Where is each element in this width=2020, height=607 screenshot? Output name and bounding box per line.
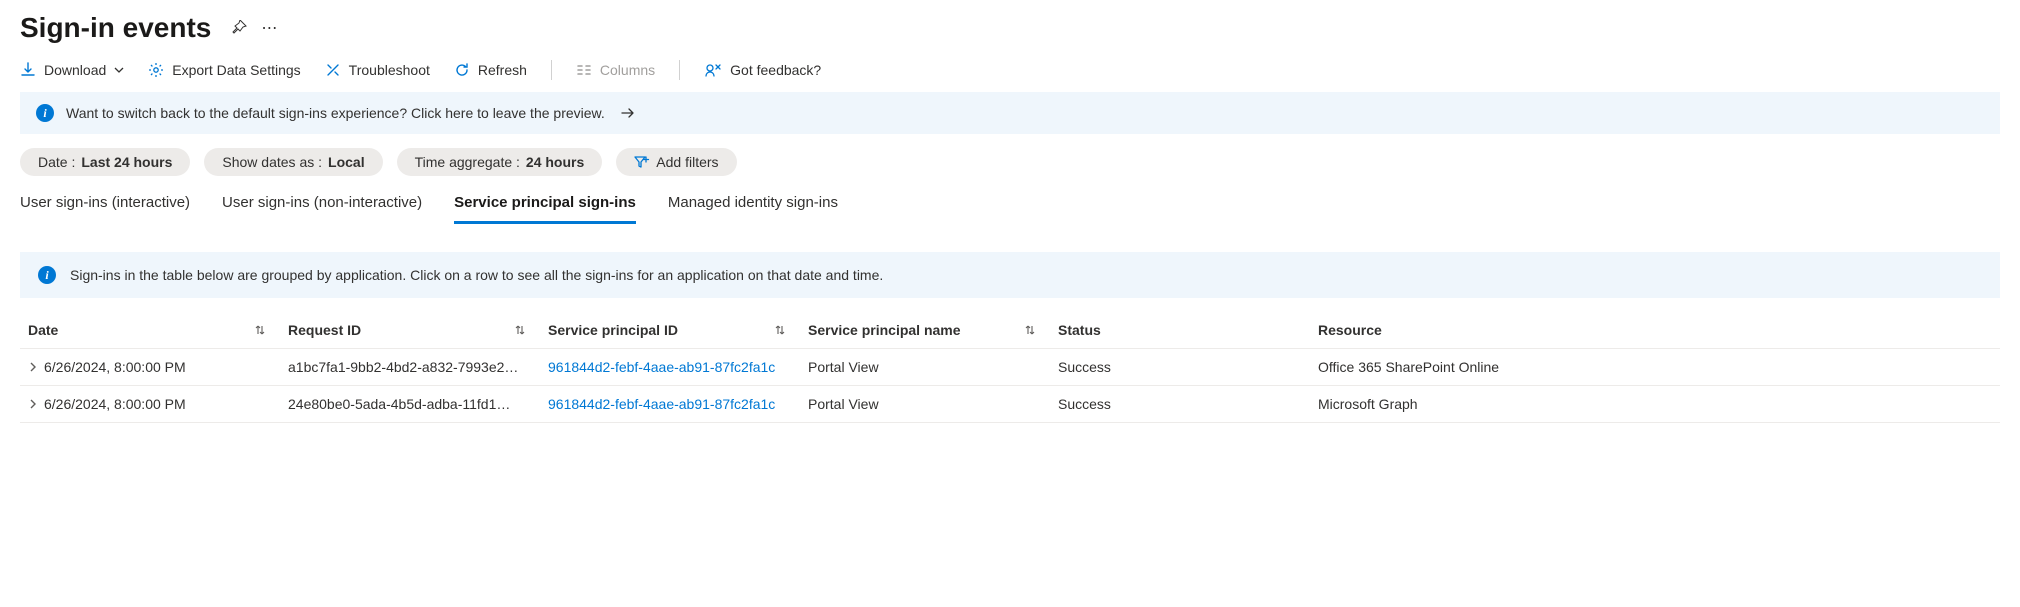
sort-icon [254, 324, 266, 336]
filter-date-value: Last 24 hours [81, 154, 172, 170]
add-filters-label: Add filters [656, 154, 718, 170]
refresh-icon [454, 62, 470, 78]
columns-button[interactable]: Columns [576, 62, 655, 78]
cell-date: 6/26/2024, 8:00:00 PM [20, 349, 280, 385]
toolbar-separator [679, 60, 680, 80]
table-info-text: Sign-ins in the table below are grouped … [70, 267, 883, 283]
page-title: Sign-in events [20, 12, 211, 44]
tab-user-interactive[interactable]: User sign-ins (interactive) [20, 188, 190, 224]
export-settings-label: Export Data Settings [172, 62, 300, 78]
header-actions: ⋯ [231, 18, 277, 38]
table-row[interactable]: 6/26/2024, 8:00:00 PM a1bc7fa1-9bb2-4bd2… [20, 349, 2000, 386]
filter-bar: Date : Last 24 hours Show dates as : Loc… [0, 148, 2020, 188]
cell-status: Success [1050, 349, 1310, 385]
cell-sp-id[interactable]: 961844d2-febf-4aae-ab91-87fc2fa1c [540, 349, 800, 385]
preview-banner[interactable]: i Want to switch back to the default sig… [20, 92, 2000, 134]
download-label: Download [44, 62, 106, 78]
gear-icon [148, 62, 164, 78]
filter-timeagg-value: 24 hours [526, 154, 584, 170]
cell-resource: Office 365 SharePoint Online [1310, 349, 2010, 385]
toolbar-separator [551, 60, 552, 80]
sort-icon [514, 324, 526, 336]
columns-icon [576, 62, 592, 78]
cell-sp-name: Portal View [800, 349, 1050, 385]
chevron-right-icon[interactable] [28, 399, 38, 409]
col-sp-id[interactable]: Service principal ID [540, 312, 800, 348]
feedback-button[interactable]: Got feedback? [704, 62, 821, 78]
filter-show-dates[interactable]: Show dates as : Local [204, 148, 382, 176]
download-button[interactable]: Download [20, 62, 124, 78]
chevron-right-icon[interactable] [28, 362, 38, 372]
download-icon [20, 62, 36, 78]
add-filter-icon [634, 155, 650, 169]
troubleshoot-label: Troubleshoot [349, 62, 430, 78]
tab-service-principal[interactable]: Service principal sign-ins [454, 188, 636, 224]
cell-date: 6/26/2024, 8:00:00 PM [20, 386, 280, 422]
cell-resource: Microsoft Graph [1310, 386, 2010, 422]
chevron-down-icon [114, 65, 124, 75]
sort-icon [774, 324, 786, 336]
columns-label: Columns [600, 62, 655, 78]
col-sp-name[interactable]: Service principal name [800, 312, 1050, 348]
table-info-banner: i Sign-ins in the table below are groupe… [20, 252, 2000, 298]
filter-show-dates-value: Local [328, 154, 365, 170]
pin-icon[interactable] [231, 20, 247, 36]
refresh-button[interactable]: Refresh [454, 62, 527, 78]
table-row[interactable]: 6/26/2024, 8:00:00 PM 24e80be0-5ada-4b5d… [20, 386, 2000, 423]
info-icon: i [38, 266, 56, 284]
signin-tabs: User sign-ins (interactive) User sign-in… [0, 188, 2020, 224]
sort-icon [1024, 324, 1036, 336]
col-request-id[interactable]: Request ID [280, 312, 540, 348]
feedback-label: Got feedback? [730, 62, 821, 78]
filter-timeagg-label: Time aggregate : [415, 154, 520, 170]
wrench-icon [325, 62, 341, 78]
more-icon[interactable]: ⋯ [261, 18, 277, 38]
signins-table: Date Request ID Service principal ID Ser… [20, 312, 2000, 423]
add-filters-button[interactable]: Add filters [616, 148, 736, 176]
preview-banner-text: Want to switch back to the default sign-… [66, 105, 605, 121]
refresh-label: Refresh [478, 62, 527, 78]
cell-request-id: a1bc7fa1-9bb2-4bd2-a832-7993e2… [280, 349, 540, 385]
info-icon: i [36, 104, 54, 122]
filter-date[interactable]: Date : Last 24 hours [20, 148, 190, 176]
cell-sp-name: Portal View [800, 386, 1050, 422]
col-resource[interactable]: Resource [1310, 312, 2010, 348]
col-date[interactable]: Date [20, 312, 280, 348]
page-header: Sign-in events ⋯ [0, 0, 2020, 52]
cell-request-id: 24e80be0-5ada-4b5d-adba-11fd1… [280, 386, 540, 422]
tab-managed-identity[interactable]: Managed identity sign-ins [668, 188, 838, 224]
col-status[interactable]: Status [1050, 312, 1310, 348]
table-header: Date Request ID Service principal ID Ser… [20, 312, 2000, 349]
cell-sp-id[interactable]: 961844d2-febf-4aae-ab91-87fc2fa1c [540, 386, 800, 422]
filter-time-aggregate[interactable]: Time aggregate : 24 hours [397, 148, 603, 176]
troubleshoot-button[interactable]: Troubleshoot [325, 62, 430, 78]
arrow-right-icon [621, 107, 635, 119]
filter-show-dates-label: Show dates as : [222, 154, 322, 170]
cell-status: Success [1050, 386, 1310, 422]
tab-user-noninteractive[interactable]: User sign-ins (non-interactive) [222, 188, 422, 224]
export-settings-button[interactable]: Export Data Settings [148, 62, 300, 78]
command-bar: Download Export Data Settings Troublesho… [0, 52, 2020, 92]
feedback-icon [704, 62, 722, 78]
filter-date-label: Date : [38, 154, 75, 170]
